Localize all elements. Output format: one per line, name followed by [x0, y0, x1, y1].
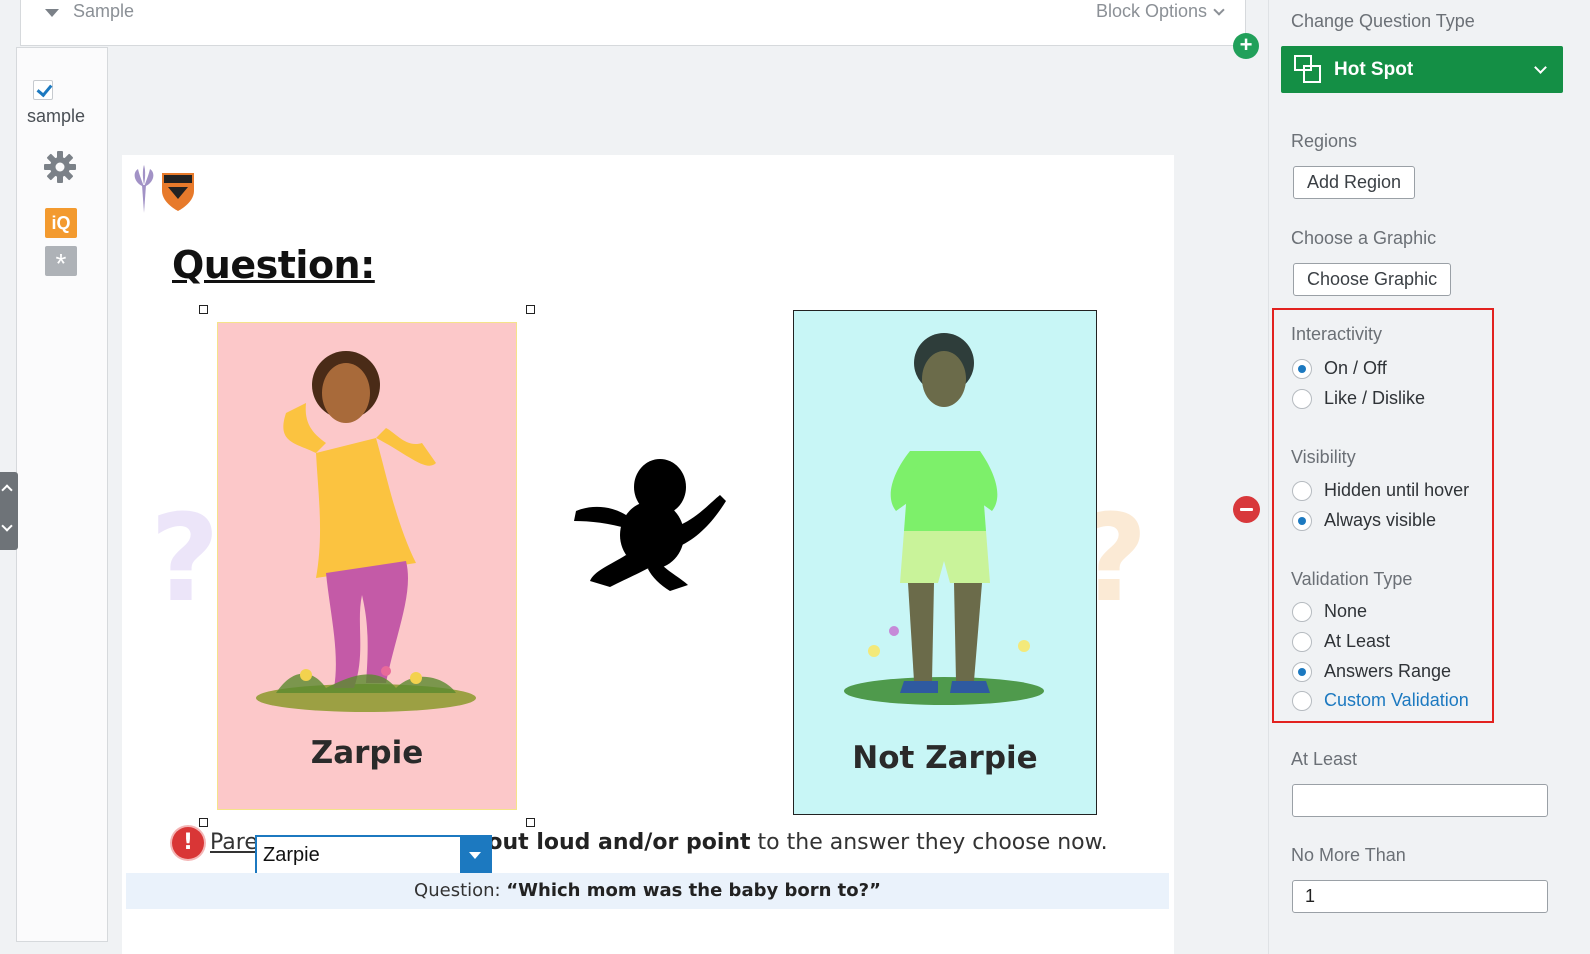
radio-label: Answers Range — [1324, 661, 1452, 681]
radio-label: On / Off — [1324, 358, 1387, 378]
question-side-column: sample iQ * — [16, 47, 108, 942]
regions-label: Regions — [1291, 131, 1358, 151]
validation-none-radio[interactable]: None — [1292, 601, 1367, 622]
validation-answers-range-radio[interactable]: Answers Range — [1292, 661, 1451, 682]
radio-label: Like / Dislike — [1324, 388, 1426, 408]
block-name[interactable]: Sample — [73, 1, 134, 22]
move-down-icon[interactable] — [1, 520, 13, 532]
radio-selected-icon[interactable] — [1292, 358, 1312, 379]
collapse-caret-icon[interactable] — [45, 9, 59, 17]
choose-graphic-label: Choose a Graphic — [1291, 228, 1437, 248]
required-asterisk-icon[interactable]: * — [45, 246, 77, 279]
hot-spot-icon — [1294, 54, 1324, 85]
radio-label: None — [1324, 601, 1368, 621]
zarpie-label: Zarpie — [310, 735, 424, 771]
visibility-always-radio[interactable]: Always visible — [1292, 510, 1436, 531]
block-options-button[interactable]: Block Options — [1095, 1, 1225, 22]
region-name-dropdown[interactable]: Zarpie — [255, 835, 492, 875]
no-more-than-input[interactable]: 1 — [1292, 880, 1548, 913]
question-select-checkbox[interactable] — [33, 80, 53, 100]
woman-figure-image — [844, 333, 1044, 705]
resize-handle[interactable] — [199, 305, 208, 314]
move-up-icon[interactable] — [1, 484, 13, 496]
add-question-icon[interactable]: + — [1233, 33, 1259, 59]
at-least-label: At Least — [1291, 749, 1358, 769]
block-options-label: Block Options — [1095, 1, 1207, 21]
block-header: Sample Block Options — [20, 0, 1246, 46]
woman-figure-image — [256, 351, 476, 712]
radio-label: Hidden until hover — [1324, 480, 1470, 500]
iq-badge-icon[interactable]: iQ — [45, 208, 77, 238]
no-more-than-label: No More Than — [1291, 845, 1406, 865]
custom-validation-link[interactable]: Custom Validation — [1324, 690, 1469, 711]
radio-icon[interactable] — [1292, 601, 1312, 622]
chevron-down-icon — [1213, 3, 1225, 16]
interactivity-on-off-radio[interactable]: On / Off — [1292, 358, 1387, 379]
resize-handle[interactable] — [526, 818, 535, 827]
radio-icon[interactable] — [1292, 480, 1312, 501]
resize-handle[interactable] — [199, 818, 208, 827]
radio-icon[interactable] — [1292, 690, 1312, 711]
caption-prefix: Question: — [414, 880, 507, 901]
question-heading: Question: — [172, 243, 375, 287]
hotspot-region-not-zarpie[interactable]: Not Zarpie — [793, 310, 1097, 815]
visibility-hidden-radio[interactable]: Hidden until hover — [1292, 480, 1469, 501]
add-region-button[interactable]: Add Region — [1293, 166, 1416, 199]
choose-graphic-button[interactable]: Choose Graphic — [1293, 263, 1452, 296]
chevron-down-icon — [1534, 60, 1547, 74]
hotspot-region-zarpie[interactable]: Zarpie — [217, 322, 517, 810]
question-type-value: Hot Spot — [1334, 58, 1414, 80]
move-question-handle[interactable] — [0, 472, 18, 550]
question-caption: Question: “Which mom was the baby born t… — [126, 873, 1169, 909]
resize-handle[interactable] — [526, 305, 535, 314]
baby-silhouette-image — [574, 459, 726, 591]
instruction-suffix: to the answer they choose now. — [750, 830, 1108, 855]
radio-selected-icon[interactable] — [1292, 510, 1312, 531]
radio-icon[interactable] — [1292, 631, 1312, 652]
gear-icon[interactable] — [43, 150, 77, 184]
remove-question-icon[interactable] — [1233, 496, 1260, 523]
instruction-prefix: Pare — [210, 830, 258, 855]
university-logos — [134, 165, 194, 213]
radio-selected-icon[interactable] — [1292, 661, 1312, 682]
interactivity-like-dislike-radio[interactable]: Like / Dislike — [1292, 388, 1425, 409]
radio-icon[interactable] — [1292, 388, 1312, 409]
change-question-type-label: Change Question Type — [1291, 11, 1475, 31]
question-id-label[interactable]: sample — [27, 106, 85, 127]
warning-icon: ! — [172, 827, 204, 859]
at-least-input[interactable] — [1292, 784, 1548, 817]
question-mark-decoration: ? — [150, 490, 220, 629]
not-zarpie-label: Not Zarpie — [852, 740, 1038, 776]
dropdown-caret-icon[interactable] — [460, 837, 490, 873]
radio-label: At Least — [1324, 631, 1391, 651]
validation-custom-radio[interactable]: Custom Validation — [1292, 690, 1469, 711]
question-type-select[interactable]: Hot Spot — [1281, 46, 1563, 93]
validation-at-least-radio[interactable]: At Least — [1292, 631, 1390, 652]
radio-label: Always visible — [1324, 510, 1437, 530]
hotspot-canvas: Question: ? ? Zarpie Not Zarpie ! Pare n… — [122, 155, 1174, 954]
caption-question: “Which mom was the baby born to?” — [506, 880, 881, 901]
region-name-value[interactable]: Zarpie — [257, 844, 460, 867]
